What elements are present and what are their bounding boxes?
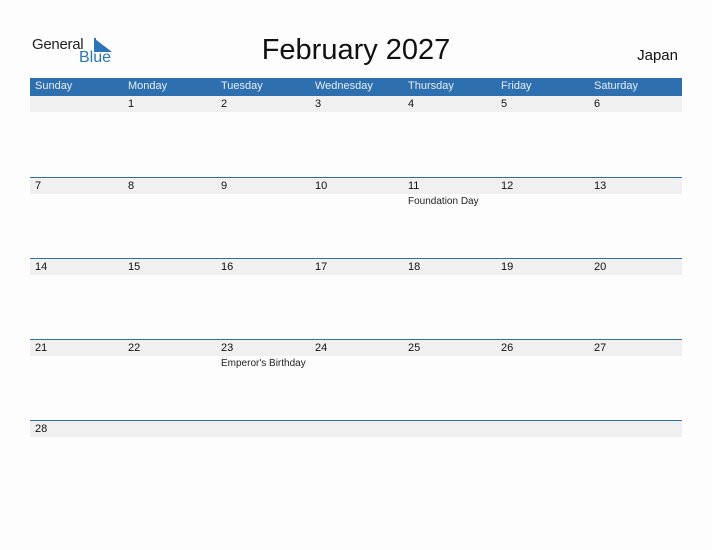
day-number: 17 bbox=[315, 261, 328, 273]
weekday-monday: Monday bbox=[128, 80, 168, 92]
day-number: 12 bbox=[501, 180, 514, 192]
day-number: 20 bbox=[594, 261, 607, 273]
day-number: 26 bbox=[501, 342, 514, 354]
week-row: 28 bbox=[30, 420, 682, 502]
holiday-label: Foundation Day bbox=[408, 196, 479, 207]
day-number: 19 bbox=[501, 261, 514, 273]
day-number: 14 bbox=[35, 261, 48, 273]
weekday-wednesday: Wednesday bbox=[315, 80, 373, 92]
day-number: 24 bbox=[315, 342, 328, 354]
country-label: Japan bbox=[637, 47, 678, 64]
date-band bbox=[30, 421, 682, 437]
day-number: 13 bbox=[594, 180, 607, 192]
calendar-title: February 2027 bbox=[261, 34, 451, 66]
day-number: 8 bbox=[128, 180, 135, 192]
day-number: 1 bbox=[128, 98, 135, 110]
day-number: 22 bbox=[128, 342, 141, 354]
day-number: 6 bbox=[594, 98, 601, 110]
weekday-thursday: Thursday bbox=[408, 80, 454, 92]
day-number: 15 bbox=[128, 261, 141, 273]
day-number: 16 bbox=[221, 261, 234, 273]
holiday-label: Emperor's Birthday bbox=[221, 358, 306, 369]
weekday-sunday: Sunday bbox=[35, 80, 73, 92]
day-number: 2 bbox=[221, 98, 228, 110]
day-number: 4 bbox=[408, 98, 415, 110]
day-number: 23 bbox=[221, 342, 234, 354]
day-number: 5 bbox=[501, 98, 508, 110]
weekday-header: Sunday Monday Tuesday Wednesday Thursday… bbox=[30, 78, 682, 96]
day-number: 28 bbox=[35, 423, 48, 435]
week-row: 7 8 9 10 11 Foundation Day 12 13 bbox=[30, 177, 682, 259]
day-number: 25 bbox=[408, 342, 421, 354]
day-number: 3 bbox=[315, 98, 322, 110]
day-number: 18 bbox=[408, 261, 421, 273]
week-row: 21 22 23 Emperor's Birthday 24 25 26 27 bbox=[30, 339, 682, 421]
day-number: 10 bbox=[315, 180, 328, 192]
weekday-tuesday: Tuesday bbox=[221, 80, 263, 92]
week-row: 1 2 3 4 5 6 bbox=[30, 96, 682, 177]
week-row: 14 15 16 17 18 19 20 bbox=[30, 258, 682, 340]
day-number: 7 bbox=[35, 180, 42, 192]
weekday-saturday: Saturday bbox=[594, 80, 639, 92]
day-number: 21 bbox=[35, 342, 48, 354]
day-number: 27 bbox=[594, 342, 607, 354]
weekday-friday: Friday bbox=[501, 80, 532, 92]
day-number: 9 bbox=[221, 180, 228, 192]
day-number: 11 bbox=[408, 180, 420, 192]
